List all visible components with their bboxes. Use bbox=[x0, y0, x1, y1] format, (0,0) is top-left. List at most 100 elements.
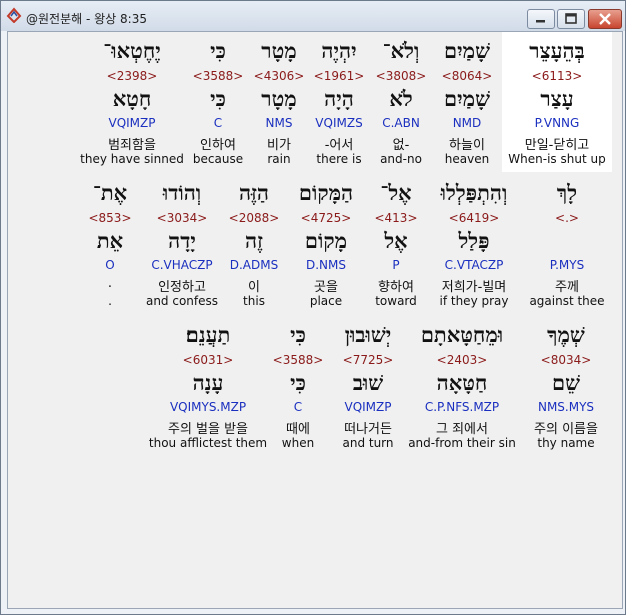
word-cell[interactable]: יֶחֶטְאוּ־ <2398> חָטָא VQIMZP 범죄함을 they have… bbox=[78, 32, 186, 172]
english-gloss: place bbox=[309, 294, 343, 308]
title-bar[interactable]: @원전분해 - 왕상 8:35 bbox=[1, 1, 625, 31]
hebrew-word: מָטָר bbox=[261, 38, 297, 63]
close-button[interactable] bbox=[588, 9, 622, 29]
korean-gloss: 떠나거든 bbox=[344, 422, 392, 437]
korean-gloss: 향하여 bbox=[378, 280, 414, 295]
strong-number[interactable]: <8064> bbox=[432, 69, 502, 83]
word-cell[interactable]: בְּהֵעָצֵר <6113> עָצַר P.VNNG 만일-닫히고 When-is… bbox=[502, 32, 612, 172]
korean-gloss: 이 bbox=[248, 280, 260, 295]
hebrew-word: יְשׁוּבוּן bbox=[344, 322, 392, 347]
verse-row-3: שְׁמֶךָ <8034> שֵׁם NMS.MYS 주의 이름을 thy name ו… bbox=[8, 316, 622, 456]
strong-number[interactable]: <3588> bbox=[270, 353, 326, 367]
hebrew-word: כִּי bbox=[210, 38, 226, 63]
hebrew-word: יִהְיֶה bbox=[321, 38, 357, 63]
lemma-word: כִּי bbox=[290, 370, 306, 395]
word-cell[interactable]: וּמֵחַטָּאתָם <2403> חַטָּאָה C.P.NFS.MZP 그 … bbox=[408, 316, 516, 456]
korean-gloss: 곳을 bbox=[314, 280, 338, 295]
english-gloss: and confess bbox=[145, 294, 219, 308]
lemma-word: מָטָר bbox=[261, 86, 297, 111]
korean-gloss: 범죄함을 bbox=[108, 138, 156, 153]
parsing-code: VQIMYS.MZP bbox=[169, 400, 247, 414]
parsing-code: NMS.MYS bbox=[537, 400, 595, 414]
strong-number[interactable]: <1961> bbox=[308, 69, 370, 83]
maximize-icon bbox=[565, 13, 577, 24]
strong-number[interactable]: <3034> bbox=[140, 211, 224, 225]
strong-number[interactable]: <4306> bbox=[250, 69, 308, 83]
parsing-code: P.MYS bbox=[549, 258, 585, 272]
word-cell[interactable]: כִּי <3588> כִּי C 인하여 because bbox=[186, 32, 250, 172]
word-cell[interactable]: יִהְיֶה <1961> הָיָה VQIMZS -어서 there is bbox=[308, 32, 370, 172]
lemma-word: פָּלַל bbox=[458, 228, 490, 253]
korean-gloss: 인정하고 bbox=[158, 280, 206, 295]
minimize-button[interactable] bbox=[527, 9, 555, 29]
korean-gloss: 만일-닫히고 bbox=[524, 138, 590, 153]
word-cell[interactable]: אֶל־ <413> אֶל P 향하여 toward bbox=[366, 174, 426, 314]
hebrew-word: וּמֵחַטָּאתָם bbox=[420, 322, 504, 347]
strong-number[interactable]: <4725> bbox=[286, 211, 366, 225]
word-cell[interactable]: מָטָר <4306> מָטָר NMS 비가 rain bbox=[250, 32, 308, 172]
parsing-code: C bbox=[293, 400, 303, 414]
strong-number[interactable]: <2398> bbox=[78, 69, 186, 83]
hebrew-word: בְּהֵעָצֵר bbox=[529, 38, 585, 63]
parsing-code: C bbox=[213, 116, 223, 130]
app-logo-icon bbox=[6, 7, 22, 23]
word-cell[interactable]: הַזֶּה <2088> זֶה D.ADMS 이 this bbox=[224, 174, 284, 314]
lemma-word: עָנָה bbox=[192, 370, 224, 395]
parsing-code: D.ADMS bbox=[229, 258, 279, 272]
korean-gloss: 하늘이 bbox=[449, 138, 485, 153]
english-gloss: thy name bbox=[537, 436, 595, 450]
word-cell[interactable]: לָךְ <.> P.MYS 주께 against thee bbox=[528, 174, 606, 314]
strong-number[interactable]: <.> bbox=[528, 211, 606, 225]
word-cell[interactable]: וְהוֹדוּ <3034> יָדָה C.VHACZP 인정하고 and confe… bbox=[140, 174, 224, 314]
word-cell[interactable]: שָׁמַיִם <8064> שָׁמַיִם NMD 하늘이 heaven bbox=[432, 32, 502, 172]
lemma-word: מָקוֹם bbox=[304, 228, 348, 253]
maximize-button[interactable] bbox=[557, 9, 585, 29]
korean-gloss: 주께 bbox=[555, 280, 579, 295]
strong-number[interactable]: <6419> bbox=[426, 211, 522, 225]
korean-gloss: 때에 bbox=[286, 422, 310, 437]
hebrew-word: הַמָּקוֹם bbox=[298, 180, 354, 205]
hebrew-word: אֶת־ bbox=[92, 180, 128, 205]
word-cell[interactable]: וְהִתְפַּלְלוּ <6419> פָּלַל C.VTACZP 저희가-빌며… bbox=[426, 174, 522, 314]
lemma-word: חַטָּאָה bbox=[436, 370, 488, 395]
strong-number[interactable]: <3588> bbox=[186, 69, 250, 83]
word-cell[interactable]: תַעֲנֵם׃ <6031> עָנָה VQIMYS.MZP 주의 벌을 받을 tho… bbox=[148, 316, 268, 456]
korean-gloss: -어서 bbox=[324, 138, 354, 153]
korean-gloss: 비가 bbox=[267, 138, 291, 153]
parsing-code: C.VTACZP bbox=[444, 258, 504, 272]
english-gloss: thou afflictest them bbox=[148, 436, 268, 450]
korean-gloss: 저희가-빌며 bbox=[441, 280, 507, 295]
strong-number[interactable]: <2088> bbox=[224, 211, 284, 225]
english-gloss: and-no bbox=[380, 152, 422, 166]
english-gloss: they have sinned bbox=[80, 152, 184, 166]
strong-number[interactable]: <8034> bbox=[520, 353, 612, 367]
strong-number[interactable]: <853> bbox=[82, 211, 138, 225]
hebrew-word: שָׁמַיִם bbox=[444, 38, 490, 63]
hebrew-word: וְהִתְפַּלְלוּ bbox=[440, 180, 508, 205]
lemma-word: שׁוּב bbox=[352, 370, 384, 395]
strong-number[interactable]: <6031> bbox=[148, 353, 268, 367]
strong-number[interactable]: <3808> bbox=[370, 69, 432, 83]
lemma-word: הָיָה bbox=[324, 86, 354, 111]
interlinear-panel: בְּהֵעָצֵר <6113> עָצַר P.VNNG 만일-닫히고 When-is… bbox=[7, 31, 623, 609]
lemma-word: אֶל bbox=[384, 228, 408, 253]
word-cell[interactable]: אֶת־ <853> אֵת O.. bbox=[82, 174, 138, 314]
lemma-word: כִּי bbox=[210, 86, 226, 111]
strong-number[interactable]: <413> bbox=[366, 211, 426, 225]
english-gloss: toward bbox=[375, 294, 417, 308]
english-gloss: this bbox=[243, 294, 265, 308]
strong-number[interactable]: <7725> bbox=[328, 353, 408, 367]
word-cell[interactable]: שְׁמֶךָ <8034> שֵׁם NMS.MYS 주의 이름을 thy name bbox=[520, 316, 612, 456]
word-cell[interactable]: הַמָּקוֹם <4725> מָקוֹם D.NMS 곳을 place bbox=[286, 174, 366, 314]
verse-row-2: לָךְ <.> P.MYS 주께 against thee וְהִתְפַּלְלו… bbox=[8, 174, 622, 314]
strong-number[interactable]: <2403> bbox=[408, 353, 516, 367]
strong-number[interactable]: <6113> bbox=[502, 69, 612, 83]
close-icon bbox=[599, 13, 611, 25]
english-gloss: When-is shut up bbox=[508, 152, 606, 166]
parsing-code: C.ABN bbox=[382, 116, 420, 130]
word-cell[interactable]: כִּי <3588> כִּי C 때에 when bbox=[270, 316, 326, 456]
english-gloss: there is bbox=[316, 152, 362, 166]
lemma-word: חָטָא bbox=[112, 86, 152, 111]
word-cell[interactable]: וְלֹא־ <3808> לֹא C.ABN 없-and-no bbox=[370, 32, 432, 172]
word-cell[interactable]: יְשׁוּבוּן <7725> שׁוּב VQIMZP 떠나거든 and turn bbox=[328, 316, 408, 456]
